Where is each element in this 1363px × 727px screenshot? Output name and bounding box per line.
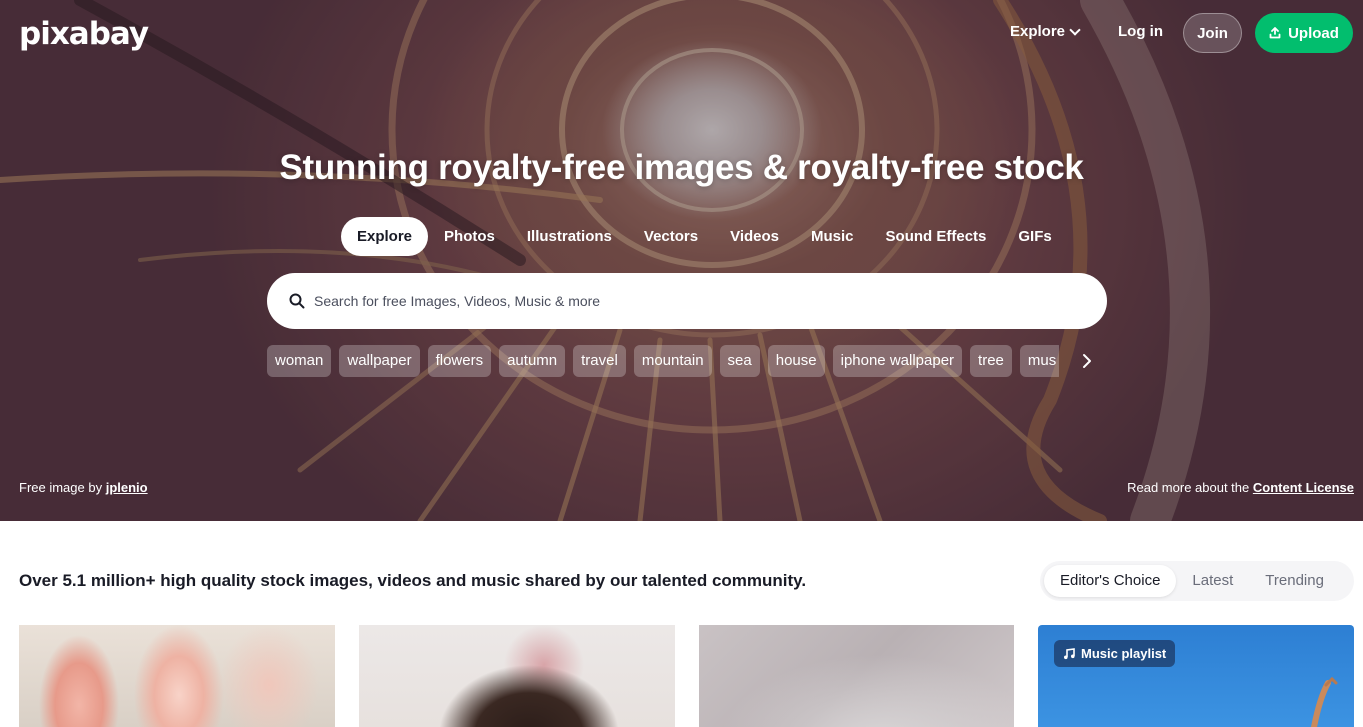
image-card-gray[interactable]: [699, 625, 1014, 727]
upload-button[interactable]: Upload: [1255, 13, 1353, 53]
music-note-icon: [1064, 647, 1075, 659]
search-chip[interactable]: autumn: [499, 345, 566, 377]
music-badge-label: Music playlist: [1081, 646, 1167, 661]
pixabay-logo[interactable]: pixabay: [19, 16, 149, 52]
image-card-tulips[interactable]: [19, 625, 335, 727]
sort-toggle: Editor's Choice Latest Trending: [1040, 561, 1354, 601]
content-license-link[interactable]: Content License: [1253, 480, 1354, 495]
tab-vectors[interactable]: Vectors: [628, 217, 714, 256]
search-chip[interactable]: sea: [719, 345, 760, 377]
search-chip[interactable]: wallpaper: [339, 345, 420, 377]
search-chip[interactable]: house: [767, 345, 825, 377]
search-placeholder: Search for free Images, Videos, Music & …: [314, 293, 601, 309]
tab-videos[interactable]: Videos: [714, 217, 795, 256]
sort-editors-choice[interactable]: Editor's Choice: [1044, 565, 1177, 597]
chevron-right-icon[interactable]: [1078, 352, 1096, 370]
search-chip[interactable]: travel: [573, 345, 626, 377]
media-type-tabs: Explore Photos Illustrations Vectors Vid…: [341, 217, 1068, 256]
hero-overlay: [0, 0, 1363, 521]
suggested-searches: woman wallpaper flowers autumn travel mo…: [267, 345, 1059, 377]
community-tagline: Over 5.1 million+ high quality stock ima…: [19, 571, 807, 590]
credit-author-link[interactable]: jplenio: [106, 480, 148, 495]
tab-illustrations[interactable]: Illustrations: [511, 217, 628, 256]
upload-button-label: Upload: [1288, 24, 1339, 42]
hero-section: pixabay Explore Log in Join Upload Stunn…: [0, 0, 1363, 521]
tab-explore[interactable]: Explore: [341, 217, 429, 256]
search-chip[interactable]: iphone wallpaper: [832, 345, 963, 377]
search-chip[interactable]: flowers: [427, 345, 492, 377]
tab-photos[interactable]: Photos: [428, 217, 511, 256]
tab-gifs[interactable]: GIFs: [1002, 217, 1067, 256]
search-chip[interactable]: tree: [970, 345, 1012, 377]
music-playlist-badge: Music playlist: [1054, 640, 1176, 667]
explore-menu-button[interactable]: Explore: [1010, 23, 1081, 40]
image-credit: Free image by jplenio: [19, 480, 148, 495]
sort-latest[interactable]: Latest: [1176, 565, 1249, 597]
search-chip[interactable]: woman: [267, 345, 332, 377]
music-playlist-card[interactable]: Music playlist: [1038, 625, 1354, 727]
tab-music[interactable]: Music: [795, 217, 870, 256]
join-button[interactable]: Join: [1183, 13, 1242, 53]
credit-prefix: Free image by: [19, 480, 103, 495]
search-chip[interactable]: mountain: [633, 345, 712, 377]
hero-headline: Stunning royalty-free images & royalty-f…: [279, 148, 1084, 187]
image-card-portrait[interactable]: [359, 625, 675, 727]
tab-sound-effects[interactable]: Sound Effects: [870, 217, 1003, 256]
explore-menu-label: Explore: [1010, 23, 1066, 40]
sort-trending[interactable]: Trending: [1249, 565, 1340, 597]
license-note: Read more about the Content License: [1127, 480, 1354, 495]
chevron-down-icon: [1069, 23, 1081, 36]
license-prefix: Read more about the: [1127, 480, 1250, 495]
login-link[interactable]: Log in: [1118, 23, 1163, 40]
search-icon: [289, 293, 305, 309]
upload-icon: [1269, 27, 1281, 39]
search-chip[interactable]: mus: [1019, 345, 1059, 377]
